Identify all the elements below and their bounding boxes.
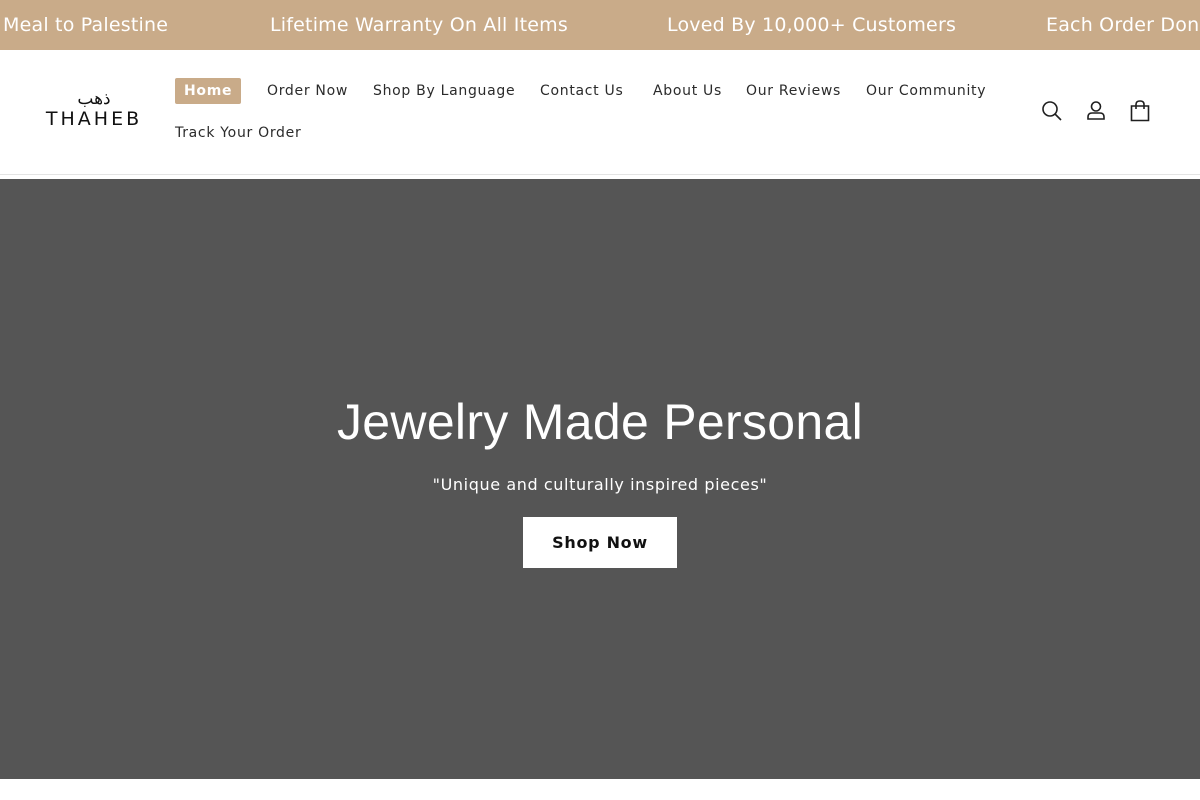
nav-home[interactable]: Home	[175, 78, 242, 104]
account-icon[interactable]	[1083, 98, 1109, 124]
site-header: ذهب THAHEB Home Order Now Shop By Langua…	[0, 50, 1200, 175]
nav-about-us[interactable]: About Us	[653, 78, 722, 104]
logo-arabic-text: ذهب	[77, 89, 111, 109]
cart-icon[interactable]	[1127, 98, 1153, 124]
hero-title: Jewelry Made Personal	[337, 394, 863, 450]
announcement-item: Loved By 10,000+ Customers	[667, 14, 957, 36]
shop-now-button[interactable]: Shop Now	[523, 517, 677, 568]
nav-contact-us[interactable]: Contact Us	[540, 78, 623, 104]
search-icon[interactable]	[1039, 98, 1065, 124]
announcement-item: Each Order Don	[1046, 14, 1200, 36]
nav-order-now[interactable]: Order Now	[267, 78, 348, 104]
nav-shop-by-language[interactable]: Shop By Language	[373, 78, 515, 104]
logo-latin-text: THAHEB	[45, 108, 143, 130]
announcement-bar: Meal to Palestine Lifetime Warranty On A…	[0, 0, 1200, 50]
site-logo[interactable]: ذهب THAHEB	[44, 90, 144, 134]
announcement-item: Meal to Palestine	[3, 14, 169, 36]
nav-track-your-order[interactable]: Track Your Order	[175, 120, 301, 146]
nav-our-community[interactable]: Our Community	[866, 78, 986, 104]
nav-our-reviews[interactable]: Our Reviews	[746, 78, 841, 104]
announcement-item: Lifetime Warranty On All Items	[270, 14, 568, 36]
hero-banner: Jewelry Made Personal "Unique and cultur…	[0, 179, 1200, 779]
hero-subtitle: "Unique and culturally inspired pieces"	[432, 475, 768, 494]
